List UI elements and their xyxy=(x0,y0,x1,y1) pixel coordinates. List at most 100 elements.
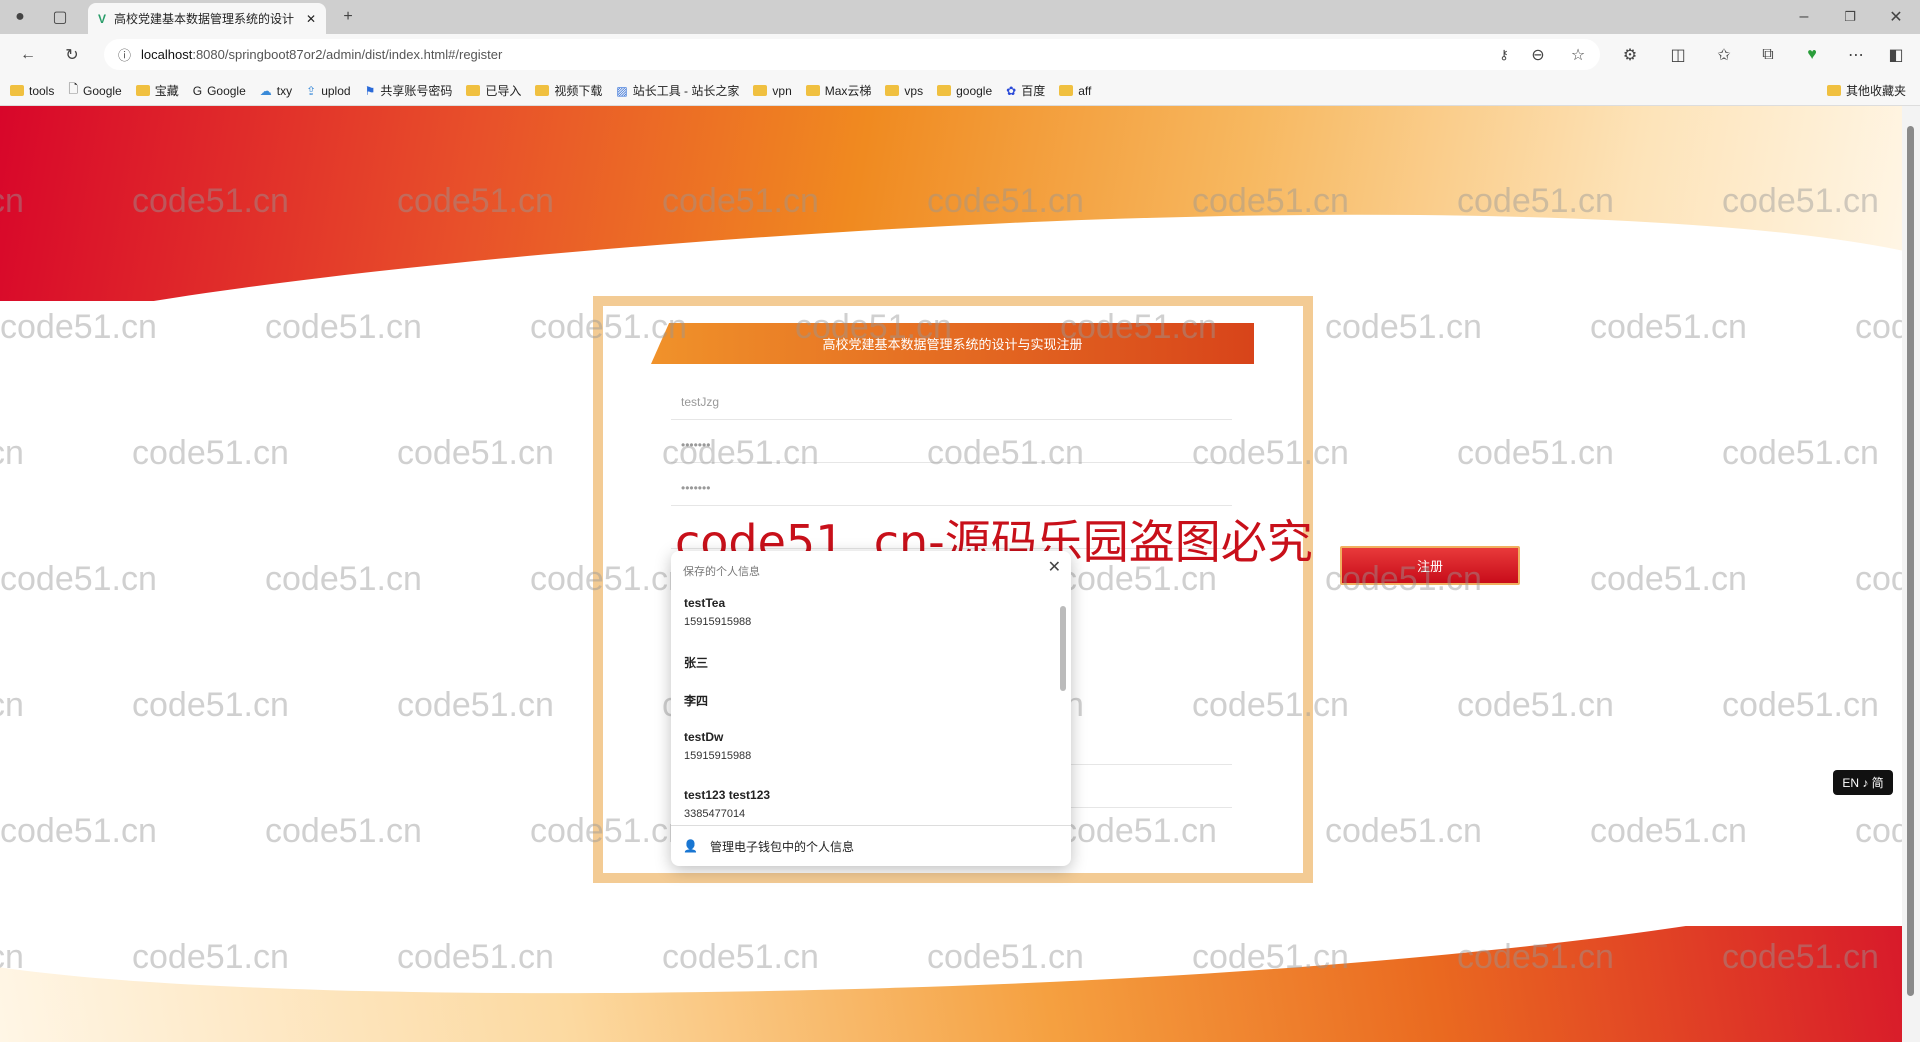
key-icon[interactable]: ⚷ xyxy=(1492,43,1516,67)
item-name: testDw xyxy=(684,730,724,744)
list-item[interactable]: test123 test123 3385477014 xyxy=(671,783,1071,825)
minimize-icon[interactable]: – xyxy=(1792,5,1816,29)
bookmark[interactable]: 宝藏 xyxy=(135,82,179,99)
bookmark[interactable]: vpn xyxy=(753,84,792,98)
folder-icon xyxy=(466,85,481,96)
manage-wallet-label: 管理电子钱包中的个人信息 xyxy=(709,839,854,854)
footer-wave-decoration xyxy=(0,926,1902,1042)
watermark-text: code51.cn xyxy=(132,686,289,724)
star-icon[interactable]: ☆ xyxy=(1566,43,1590,67)
list-item[interactable]: 李四 xyxy=(671,687,1071,725)
bookmark[interactable]: tools xyxy=(10,84,54,98)
bookmark-label: 已导入 xyxy=(485,84,522,98)
close-window-icon[interactable]: ✕ xyxy=(1884,5,1908,29)
split-screen-icon[interactable]: ◫ xyxy=(1666,43,1690,67)
folder-icon xyxy=(937,85,952,96)
watermark-text: code51.cn xyxy=(0,434,24,472)
manage-wallet-link[interactable]: 👤 管理电子钱包中的个人信息 xyxy=(671,825,1071,866)
bookmark[interactable]: vps xyxy=(885,84,923,98)
bookmark[interactable]: G Google xyxy=(193,84,246,98)
page-icon: 🗋 xyxy=(68,82,79,96)
page-scrollbar[interactable] xyxy=(1902,106,1920,1042)
bookmark-label: txy xyxy=(276,83,293,98)
more-icon[interactable]: ⋯ xyxy=(1844,43,1868,67)
bookmark[interactable]: ▨ 站长工具 - 站长之家 xyxy=(616,82,739,99)
list-item[interactable]: testDw 15915915988 xyxy=(671,725,1071,783)
bookmark[interactable]: 🗋 Google xyxy=(68,80,121,101)
restore-icon[interactable]: ❐ xyxy=(1838,5,1862,29)
item-name: 李四 xyxy=(684,694,709,708)
baidu-icon: ✿ xyxy=(1006,83,1017,98)
folder-icon xyxy=(1826,85,1841,96)
bookmark-label: tools xyxy=(29,83,55,98)
url-path: :8080/springboot87or2/admin/dist/index.h… xyxy=(192,47,503,62)
watermark-text: code51.cn xyxy=(397,434,554,472)
url-host: localhost xyxy=(141,47,193,62)
watermark-text: code51.cn xyxy=(1457,686,1614,724)
back-icon[interactable]: ← xyxy=(16,43,40,67)
bookmark[interactable]: ☁ txy xyxy=(260,84,292,98)
tab-actions-icon[interactable]: ▢ xyxy=(48,5,72,29)
reload-icon[interactable]: ↻ xyxy=(60,43,84,67)
watermark-text: code51.cn xyxy=(132,434,289,472)
new-tab-icon[interactable]: + xyxy=(336,5,360,29)
confirm-password-input[interactable]: ••••••• xyxy=(671,463,1232,506)
bookmark[interactable]: google xyxy=(937,84,992,98)
bookmark[interactable]: ⚑ 共享账号密码 xyxy=(365,82,453,99)
collections-icon[interactable]: ⧉ xyxy=(1756,43,1780,67)
username-input[interactable]: testJzg xyxy=(671,377,1232,420)
bookmark[interactable]: ✿ 百度 xyxy=(1006,82,1045,99)
bookmark-label: 站长工具 - 站长之家 xyxy=(632,84,740,98)
folder-icon xyxy=(535,85,550,96)
bookmark[interactable]: ⇪ uplod xyxy=(306,84,350,98)
ime-indicator[interactable]: EN ♪ 简 xyxy=(1833,770,1893,795)
password-input[interactable]: ••••••• xyxy=(671,420,1232,463)
tab-title: 高校党建基本数据管理系统的设计 xyxy=(114,12,295,26)
watermark-text: code51.cn xyxy=(1590,560,1747,598)
watermark-text: code51.cn xyxy=(0,812,157,850)
bookmark[interactable]: aff xyxy=(1059,84,1091,98)
list-item[interactable]: testTea 15915915988 xyxy=(671,591,1071,649)
extensions-icon[interactable]: ⚙ xyxy=(1618,43,1642,67)
profile-icon[interactable]: ● xyxy=(8,5,32,29)
zoom-icon[interactable]: ⊖ xyxy=(1526,43,1550,67)
favorites-icon[interactable]: ✩ xyxy=(1712,43,1736,67)
bookmark-label: Google xyxy=(207,83,246,98)
item-name: testTea xyxy=(684,596,726,610)
bookmark-label: 宝藏 xyxy=(154,84,179,98)
list-item[interactable]: 张三 xyxy=(671,649,1071,687)
info-icon: ⓘ xyxy=(118,48,132,63)
autofill-list: testTea 15915915988 张三 李四 testDw 159159159… xyxy=(671,591,1071,825)
tab-active[interactable]: V 高校党建基本数据管理系统的设计 ✕ xyxy=(88,3,326,34)
autofill-header: 保存的个人信息 xyxy=(683,566,760,578)
browser-essentials-icon[interactable]: ♥ xyxy=(1800,43,1824,67)
register-button[interactable]: 注册 xyxy=(1340,546,1520,585)
autofill-scrollbar[interactable] xyxy=(1059,596,1067,821)
item-name: 张三 xyxy=(684,656,709,670)
folder-icon xyxy=(10,85,24,96)
bookmark[interactable]: 视频下载 xyxy=(535,82,602,99)
folder-icon xyxy=(135,85,150,96)
url-input[interactable]: ⓘ localhost:8080/springboot87or2/admin/d… xyxy=(104,39,1600,70)
page-content: 高校党建基本数据管理系统的设计与实现注册 testJzg ••••••• •••… xyxy=(0,106,1902,1042)
bookmark[interactable]: 已导入 xyxy=(466,82,521,99)
watermark-text: code51.cn xyxy=(0,686,24,724)
scrollbar-thumb[interactable] xyxy=(1907,126,1914,996)
upload-icon: ⇪ xyxy=(306,83,317,98)
bookmark-label: 其他收藏夹 xyxy=(1845,84,1906,98)
sidebar-icon[interactable]: ◧ xyxy=(1884,43,1908,67)
other-bookmarks[interactable]: 其他收藏夹 xyxy=(1826,82,1906,99)
close-tab-icon[interactable]: ✕ xyxy=(306,12,316,26)
bookmark-label: uplod xyxy=(321,83,351,98)
folder-icon xyxy=(1059,85,1074,96)
bookmark-label: Max云梯 xyxy=(824,84,872,98)
bookmark[interactable]: Max云梯 xyxy=(805,82,872,99)
tab-bar: ● ▢ V 高校党建基本数据管理系统的设计 ✕ + – ❐ ✕ xyxy=(0,0,1920,34)
watermark-text: code51.cn xyxy=(1457,434,1614,472)
watermark-text: code51.cn xyxy=(0,560,157,598)
close-icon[interactable]: ✕ xyxy=(1048,557,1061,577)
watermark-text: code51.cn xyxy=(1722,686,1879,724)
scrollbar-thumb[interactable] xyxy=(1060,606,1066,691)
bookmark-label: google xyxy=(956,83,993,98)
watermark-text: code51.cn xyxy=(397,686,554,724)
